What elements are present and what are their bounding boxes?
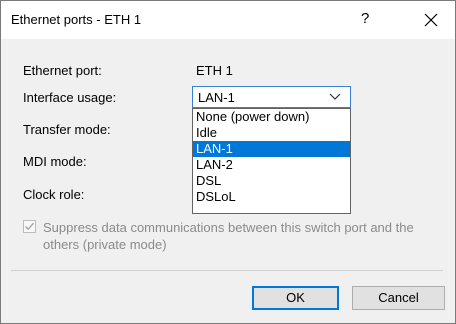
mdi-mode-label: MDI mode:	[23, 154, 87, 169]
title-bar: Ethernet ports - ETH 1 ?	[1, 1, 455, 39]
transfer-mode-label: Transfer mode:	[23, 122, 111, 137]
interface-usage-label: Interface usage:	[23, 90, 117, 105]
interface-usage-value: LAN-1	[198, 90, 235, 105]
suppress-data-checkbox[interactable]	[23, 220, 36, 233]
window-title: Ethernet ports - ETH 1	[11, 12, 142, 27]
dropdown-option-lan-2[interactable]: LAN-2	[193, 157, 350, 173]
dropdown-option-dsl[interactable]: DSL	[193, 173, 350, 189]
dropdown-option-dslol[interactable]: DSLoL	[193, 189, 350, 205]
ethernet-port-value: ETH 1	[196, 63, 233, 78]
checkmark-icon	[25, 222, 34, 231]
dropdown-option-none[interactable]: None (power down)	[193, 109, 350, 125]
dropdown-option-lan-1[interactable]: LAN-1	[193, 141, 350, 157]
ethernet-port-label: Ethernet port:	[23, 63, 102, 78]
close-icon	[424, 13, 438, 27]
help-button[interactable]: ?	[361, 10, 369, 27]
close-button[interactable]	[418, 8, 444, 32]
interface-usage-select[interactable]: LAN-1	[192, 86, 351, 108]
cancel-button[interactable]: Cancel	[352, 286, 445, 310]
dropdown-option-idle[interactable]: Idle	[193, 125, 350, 141]
interface-usage-dropdown-list: None (power down) Idle LAN-1 LAN-2 DSL D…	[192, 108, 351, 214]
separator	[11, 270, 443, 271]
ok-button[interactable]: OK	[252, 286, 339, 310]
chevron-down-icon	[329, 93, 341, 100]
suppress-data-label: Suppress data communications between thi…	[43, 220, 414, 252]
clock-role-label: Clock role:	[23, 187, 85, 202]
dialog-window: Ethernet ports - ETH 1 ? Ethernet port: …	[0, 0, 456, 324]
